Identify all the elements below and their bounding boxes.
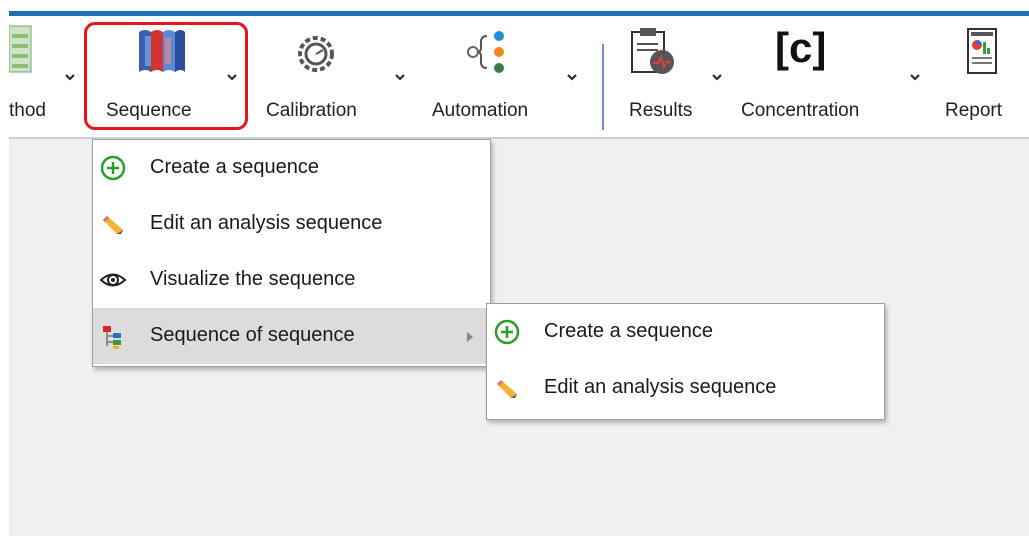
report-icon <box>967 28 997 74</box>
ribbon-button-method[interactable]: thod <box>0 16 88 137</box>
results-icon <box>628 26 678 76</box>
chevron-down-icon[interactable] <box>567 72 577 82</box>
menu-item-edit-analysis-sequence[interactable]: Edit an analysis sequence <box>93 196 490 252</box>
menu-item-label: Sequence of sequence <box>150 324 355 346</box>
submenu-item-label: Create a sequence <box>544 320 714 342</box>
chevron-down-icon[interactable] <box>65 72 75 82</box>
ribbon-button-automation[interactable]: Automation <box>407 16 585 137</box>
pencil-icon <box>493 374 521 402</box>
sequence-button-highlight <box>84 22 248 130</box>
plus-circle-icon <box>99 154 127 182</box>
calibration-icon <box>296 34 336 74</box>
ribbon-label-automation: Automation <box>432 100 529 121</box>
sequence-of-sequence-submenu: Create a sequence Edit an analysis seque… <box>486 303 885 420</box>
ribbon-label-results: Results <box>629 100 693 121</box>
menu-item-sequence-of-sequence[interactable]: Sequence of sequence <box>93 308 490 364</box>
chevron-down-icon[interactable] <box>712 72 722 82</box>
menu-item-label: Create a sequence <box>150 156 320 178</box>
ribbon-button-concentration[interactable]: [c] Concentration <box>737 16 935 137</box>
ribbon-label-report: Report <box>945 100 1003 121</box>
pencil-icon <box>99 210 127 238</box>
menu-item-label: Visualize the sequence <box>150 268 356 290</box>
ribbon-separator <box>602 44 604 130</box>
ribbon-button-results[interactable]: Results <box>614 16 732 137</box>
chevron-down-icon[interactable] <box>910 72 920 82</box>
submenu-item-label: Edit an analysis sequence <box>544 376 777 398</box>
ribbon-label-calibration: Calibration <box>266 100 357 121</box>
plus-circle-icon <box>493 318 521 346</box>
submenu-item-edit-analysis-sequence[interactable]: Edit an analysis sequence <box>487 360 884 416</box>
chevron-down-icon[interactable] <box>395 72 405 82</box>
sequence-tree-icon <box>99 322 127 350</box>
eye-icon <box>99 266 127 294</box>
submenu-item-create-sequence[interactable]: Create a sequence <box>487 304 884 360</box>
ribbon-button-calibration[interactable]: Calibration <box>252 16 407 137</box>
menu-item-label: Edit an analysis sequence <box>150 212 383 234</box>
method-icon <box>8 24 35 74</box>
ribbon-label-method: thod <box>9 100 46 121</box>
sequence-dropdown-menu: Create a sequence Edit an analysis seque… <box>92 139 491 367</box>
submenu-arrow-icon <box>466 330 474 342</box>
menu-item-visualize-sequence[interactable]: Visualize the sequence <box>93 252 490 308</box>
ribbon-label-concentration: Concentration <box>741 100 860 121</box>
menu-item-create-sequence[interactable]: Create a sequence <box>93 140 490 196</box>
concentration-icon: [c] <box>775 24 827 71</box>
ribbon-button-report[interactable]: Report <box>943 16 1029 137</box>
automation-icon <box>465 28 515 74</box>
ribbon-toolbar: thod Sequence Calibration Automation Res… <box>8 16 1029 139</box>
